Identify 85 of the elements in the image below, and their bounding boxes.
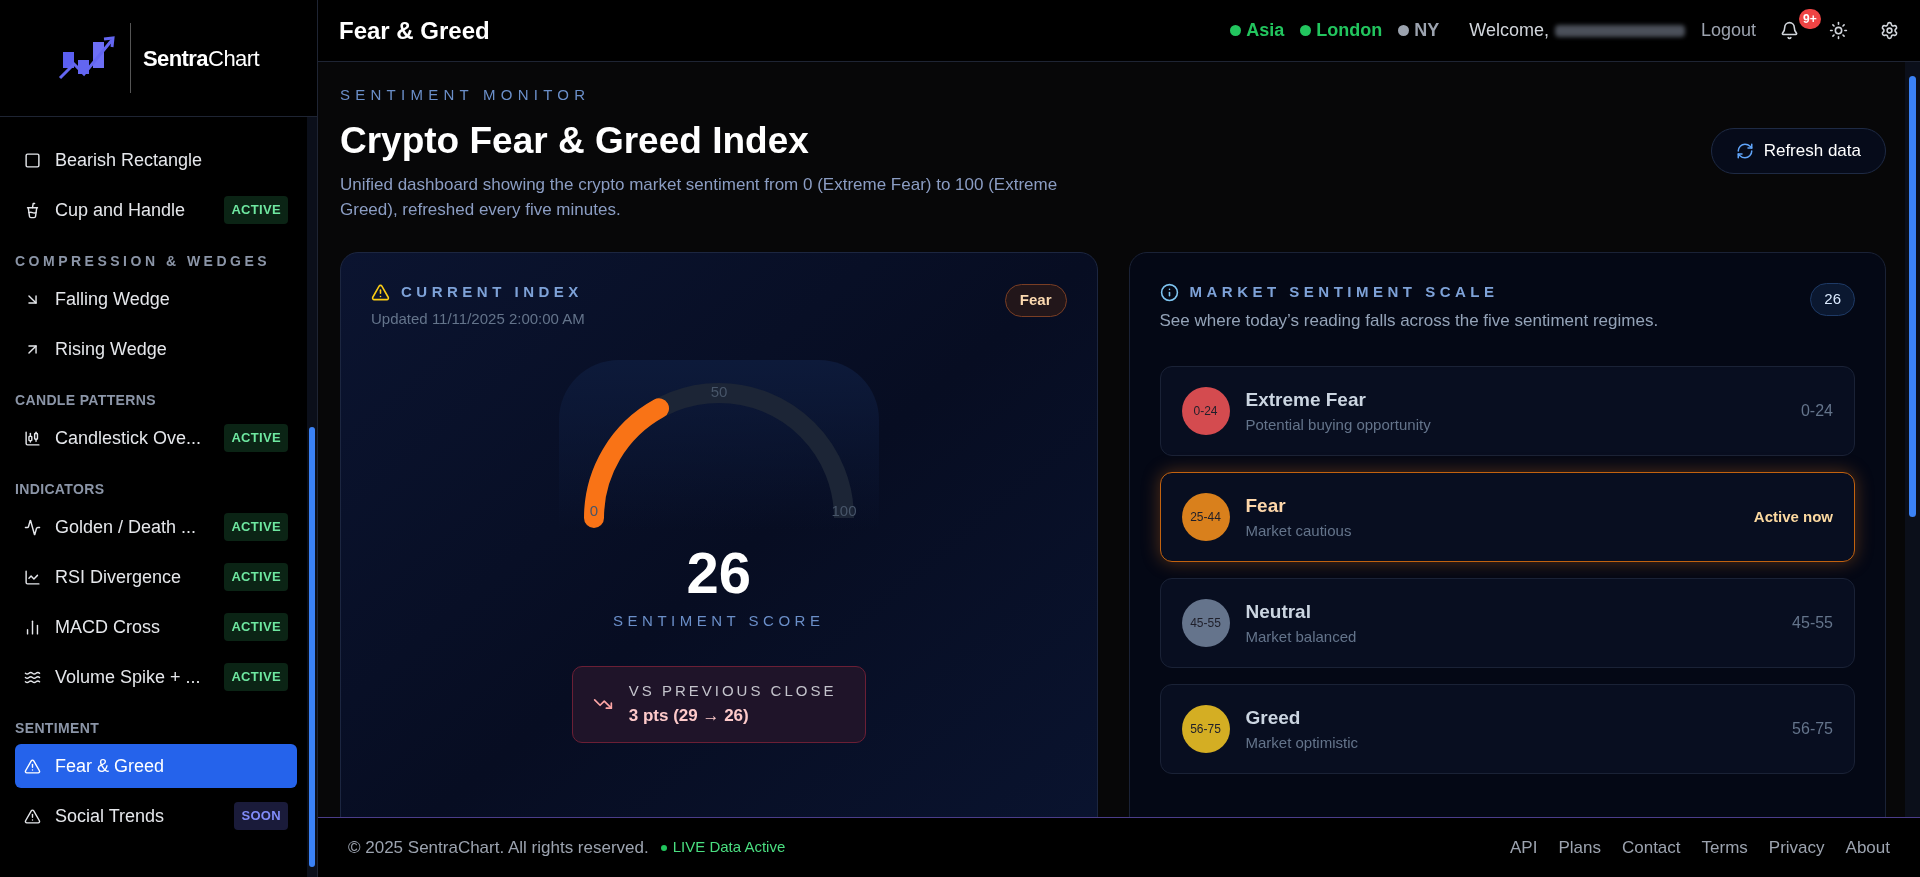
score-badge: 26: [1810, 283, 1855, 316]
candlestick-icon: [24, 429, 41, 447]
logout-link[interactable]: Logout: [1700, 17, 1756, 44]
market-label: Asia: [1246, 19, 1285, 42]
delta-label: VS PREVIOUS CLOSE: [628, 681, 837, 701]
scrollbar[interactable]: [1905, 62, 1920, 817]
theme-toggle-icon[interactable]: [1829, 21, 1848, 40]
refresh-button[interactable]: Refresh data: [1710, 128, 1886, 174]
scrollbar[interactable]: [307, 117, 317, 877]
sidebar-item[interactable]: Fear & Greed: [15, 744, 297, 788]
footer-link[interactable]: About: [1845, 834, 1890, 861]
market-label: NY: [1414, 19, 1440, 42]
line-chart-icon: [24, 568, 41, 586]
page-heading: Crypto Fear & Greed Index: [340, 118, 810, 163]
status-badge: ACTIVE: [224, 663, 288, 691]
footer-link[interactable]: Plans: [1558, 834, 1601, 861]
card-label: CURRENT INDEX: [401, 282, 583, 302]
copyright-text: © 2025 SentraChart. All rights reserved.: [348, 836, 649, 859]
sidebar-item[interactable]: Social Trends SOON: [15, 794, 297, 838]
sidebar-item[interactable]: Rising Wedge: [15, 327, 297, 371]
sidebar-item[interactable]: MACD Cross ACTIVE: [15, 605, 297, 649]
row-range: 56-75: [1792, 719, 1833, 739]
page-title: Fear & Greed: [339, 15, 490, 46]
footer-link[interactable]: Terms: [1701, 834, 1748, 861]
row-title: Extreme Fear: [1245, 387, 1367, 412]
warning-icon: [371, 282, 390, 302]
row-subtitle: Market cautious: [1245, 521, 1352, 541]
settings-icon[interactable]: [1880, 21, 1899, 40]
refresh-icon: [1735, 142, 1754, 160]
row-range: 0-24: [1800, 401, 1833, 421]
bar-chart-icon: [24, 618, 41, 636]
notifications-button[interactable]: [1780, 21, 1799, 40]
footer-link[interactable]: Contact: [1621, 834, 1681, 861]
pulse-icon: [24, 518, 41, 536]
row-subtitle: Potential buying opportunity: [1245, 415, 1431, 435]
section-heading: SENTIMENT: [15, 719, 101, 738]
section-heading: COMPRESSION & WEDGES: [15, 252, 272, 271]
status-badge: ACTIVE: [224, 424, 288, 452]
footer-link[interactable]: Privacy: [1768, 834, 1825, 861]
sidebar-item[interactable]: Volume Spike + ... ACTIVE: [15, 655, 297, 699]
section-heading: CANDLE PATTERNS: [15, 391, 157, 410]
page-eyebrow: SENTIMENT MONITOR: [340, 85, 592, 105]
gauge-tick-label: 100: [831, 502, 857, 519]
market-label: London: [1316, 19, 1383, 42]
square-icon: [24, 151, 41, 169]
delta-value: 3 pts (29 → 26): [628, 704, 750, 727]
row-title: Neutral: [1245, 599, 1312, 624]
footer-link[interactable]: API: [1510, 834, 1538, 861]
info-icon: [1159, 282, 1179, 302]
updated-time: Updated 11/11/2025 2:00:00 AM: [371, 308, 585, 329]
status-badge: ACTIVE: [224, 513, 288, 541]
sidebar-item[interactable]: RSI Divergence ACTIVE: [15, 555, 297, 599]
card-description: See where today’s reading falls across the five sentiment regimes.: [1159, 309, 1659, 332]
status-badge: ACTIVE: [224, 613, 288, 641]
sentiment-score: 26: [685, 544, 752, 602]
row-title: Greed: [1245, 705, 1302, 730]
card-label: MARKET SENTIMENT SCALE: [1189, 282, 1499, 302]
welcome-text: Welcome,: [1469, 19, 1549, 42]
scrollbar-thumb[interactable]: [309, 427, 315, 867]
row-range: 45-55: [1792, 613, 1833, 633]
gauge-tick-label: 0: [589, 502, 598, 519]
bell-icon: [1780, 21, 1799, 40]
logo-text: SentraChart: [142, 44, 260, 73]
warning-icon: [24, 757, 41, 775]
section-heading: INDICATORS: [15, 480, 106, 499]
sidebar-item[interactable]: Cup and Handle ACTIVE: [15, 188, 297, 232]
sidebar-item[interactable]: Bearish Rectangle: [15, 138, 297, 182]
sidebar-item[interactable]: Golden / Death ... ACTIVE: [15, 505, 297, 549]
notification-count: 9+: [1799, 9, 1821, 29]
sidebar-item[interactable]: Falling Wedge: [15, 277, 297, 321]
sidebar-item[interactable]: Candlestick Ove... ACTIVE: [15, 416, 297, 460]
live-status: LIVE Data Active: [672, 837, 786, 858]
score-label: SENTIMENT SCORE: [612, 611, 826, 631]
page-description: Unified dashboard showing the crypto market sentiment from 0 (Extreme Fear) to 100 (Extreme Greed), refreshed every five minutes.: [340, 174, 1059, 221]
warning-icon: [24, 807, 41, 825]
status-badge: SOON: [234, 802, 288, 830]
cup-icon: [24, 201, 41, 219]
status-badge: ACTIVE: [224, 196, 288, 224]
row-title: Fear: [1245, 493, 1287, 518]
row-range: Active now: [1753, 506, 1833, 527]
row-subtitle: Market optimistic: [1245, 733, 1359, 753]
row-subtitle: Market balanced: [1245, 627, 1357, 647]
sentiment-badge: Fear: [1004, 284, 1067, 317]
scrollbar-thumb[interactable]: [1909, 76, 1916, 517]
status-badge: ACTIVE: [224, 563, 288, 591]
